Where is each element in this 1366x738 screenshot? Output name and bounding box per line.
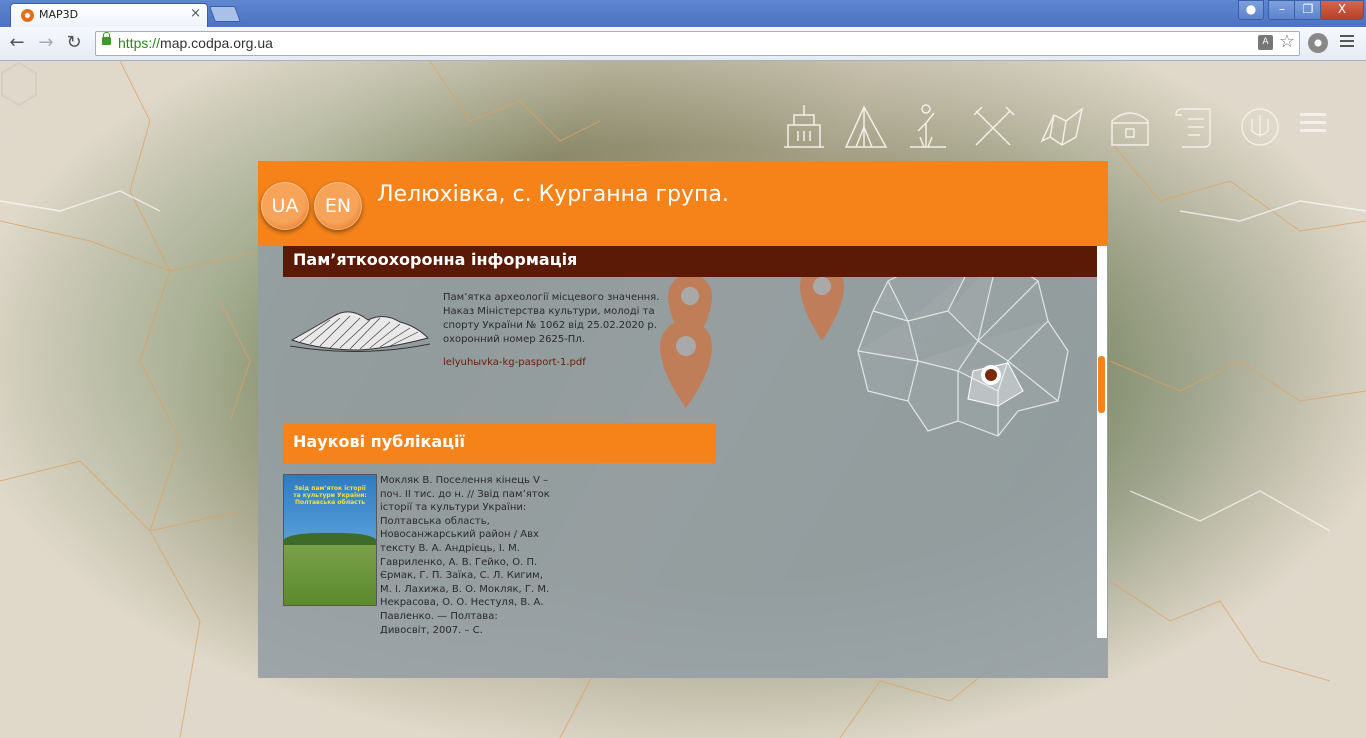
scroll-icon[interactable]: [1172, 101, 1220, 151]
category-icons: [780, 101, 1350, 151]
language-ua-button[interactable]: UA: [261, 182, 309, 230]
lock-icon: [102, 32, 111, 45]
tab-title: MAP3D: [39, 8, 79, 21]
url-host: map.codpa.org.ua: [160, 35, 273, 51]
info-line: Наказ Міністерства культури, молоді та: [443, 306, 655, 317]
section-publications-title: Наукові публікації: [293, 432, 465, 451]
browser-menu-icon[interactable]: [1340, 35, 1354, 49]
extension-icon[interactable]: [1308, 33, 1328, 53]
browser-titlebar: MAP3D × ● – ❐ X: [0, 0, 1366, 28]
translate-icon[interactable]: A: [1258, 35, 1273, 50]
district-minimap: [857, 255, 1069, 437]
url-scheme: https://: [118, 35, 161, 51]
tent-icon[interactable]: [842, 101, 890, 151]
back-icon[interactable]: ←: [6, 32, 28, 54]
reload-icon[interactable]: ↻: [63, 32, 85, 54]
address-bar[interactable]: https://map.codpa.org.ua A ☆: [95, 31, 1300, 56]
section-protection-header: Пам’яткоохоронна інформація: [283, 246, 1097, 277]
info-line: Пам’ятка археології місцевого значення.: [443, 292, 660, 303]
minimize-button[interactable]: –: [1268, 0, 1296, 20]
bookmark-star-icon[interactable]: ☆: [1279, 31, 1295, 52]
forward-icon[interactable]: →: [35, 32, 57, 54]
scrollbar-thumb[interactable]: [1098, 356, 1105, 413]
building-icon[interactable]: [780, 101, 828, 151]
maximize-button[interactable]: ❐: [1294, 0, 1322, 20]
protection-info: Пам’ятка археології місцевого значення. …: [443, 291, 673, 347]
user-icon[interactable]: ●: [1238, 0, 1264, 20]
book-cover-title: Звід пам’яток історії та культури Україн…: [293, 485, 367, 506]
passport-pdf-link[interactable]: lelyuhыvka-kg-pasport-1.pdf: [443, 357, 586, 368]
chest-icon[interactable]: [1106, 101, 1154, 151]
new-tab-button[interactable]: [209, 6, 241, 22]
weapons-icon[interactable]: [970, 101, 1018, 151]
map-pin-icons: [660, 266, 844, 408]
burial-mound-illustration: [290, 311, 430, 352]
book-cover-image[interactable]: Звід пам’яток історії та культури Україн…: [283, 474, 377, 606]
close-window-button[interactable]: X: [1320, 0, 1364, 20]
browser-tab[interactable]: MAP3D ×: [10, 3, 208, 28]
browser-toolbar: ← → ↻ https://map.codpa.org.ua A ☆: [0, 27, 1366, 61]
menu-icon[interactable]: [1300, 113, 1326, 163]
panel-header: UA EN Лелюхівка, с. Курганна група.: [258, 161, 1108, 246]
map-icon[interactable]: [1038, 101, 1086, 151]
map3d-logo-icon: [1, 61, 37, 107]
info-line: охоронний номер 2625-Пл.: [443, 334, 585, 345]
panel-body[interactable]: Пам’яткоохоронна інформація Пам’ятка арх…: [258, 246, 1108, 678]
info-line: спорту України № 1062 від 25.02.2020 р.: [443, 320, 657, 331]
emblem-icon[interactable]: [1236, 101, 1284, 151]
tab-close-icon[interactable]: ×: [190, 6, 201, 21]
site-info-panel: UA EN Лелюхівка, с. Курганна група. Пам’…: [258, 161, 1108, 678]
scrollbar-track[interactable]: [1097, 246, 1107, 638]
language-en-button[interactable]: EN: [314, 182, 362, 230]
url-text[interactable]: https://map.codpa.org.ua: [118, 35, 273, 51]
favicon-icon: [21, 9, 34, 22]
section-protection-title: Пам’яткоохоронна інформація: [293, 250, 578, 269]
section-publications-header: Наукові публікації: [283, 423, 716, 463]
panel-title: Лелюхівка, с. Курганна група.: [377, 182, 729, 207]
statue-icon[interactable]: [904, 101, 952, 151]
publication-citation: Мокляк В. Поселення кінець V – поч. ІІ т…: [380, 475, 550, 634]
